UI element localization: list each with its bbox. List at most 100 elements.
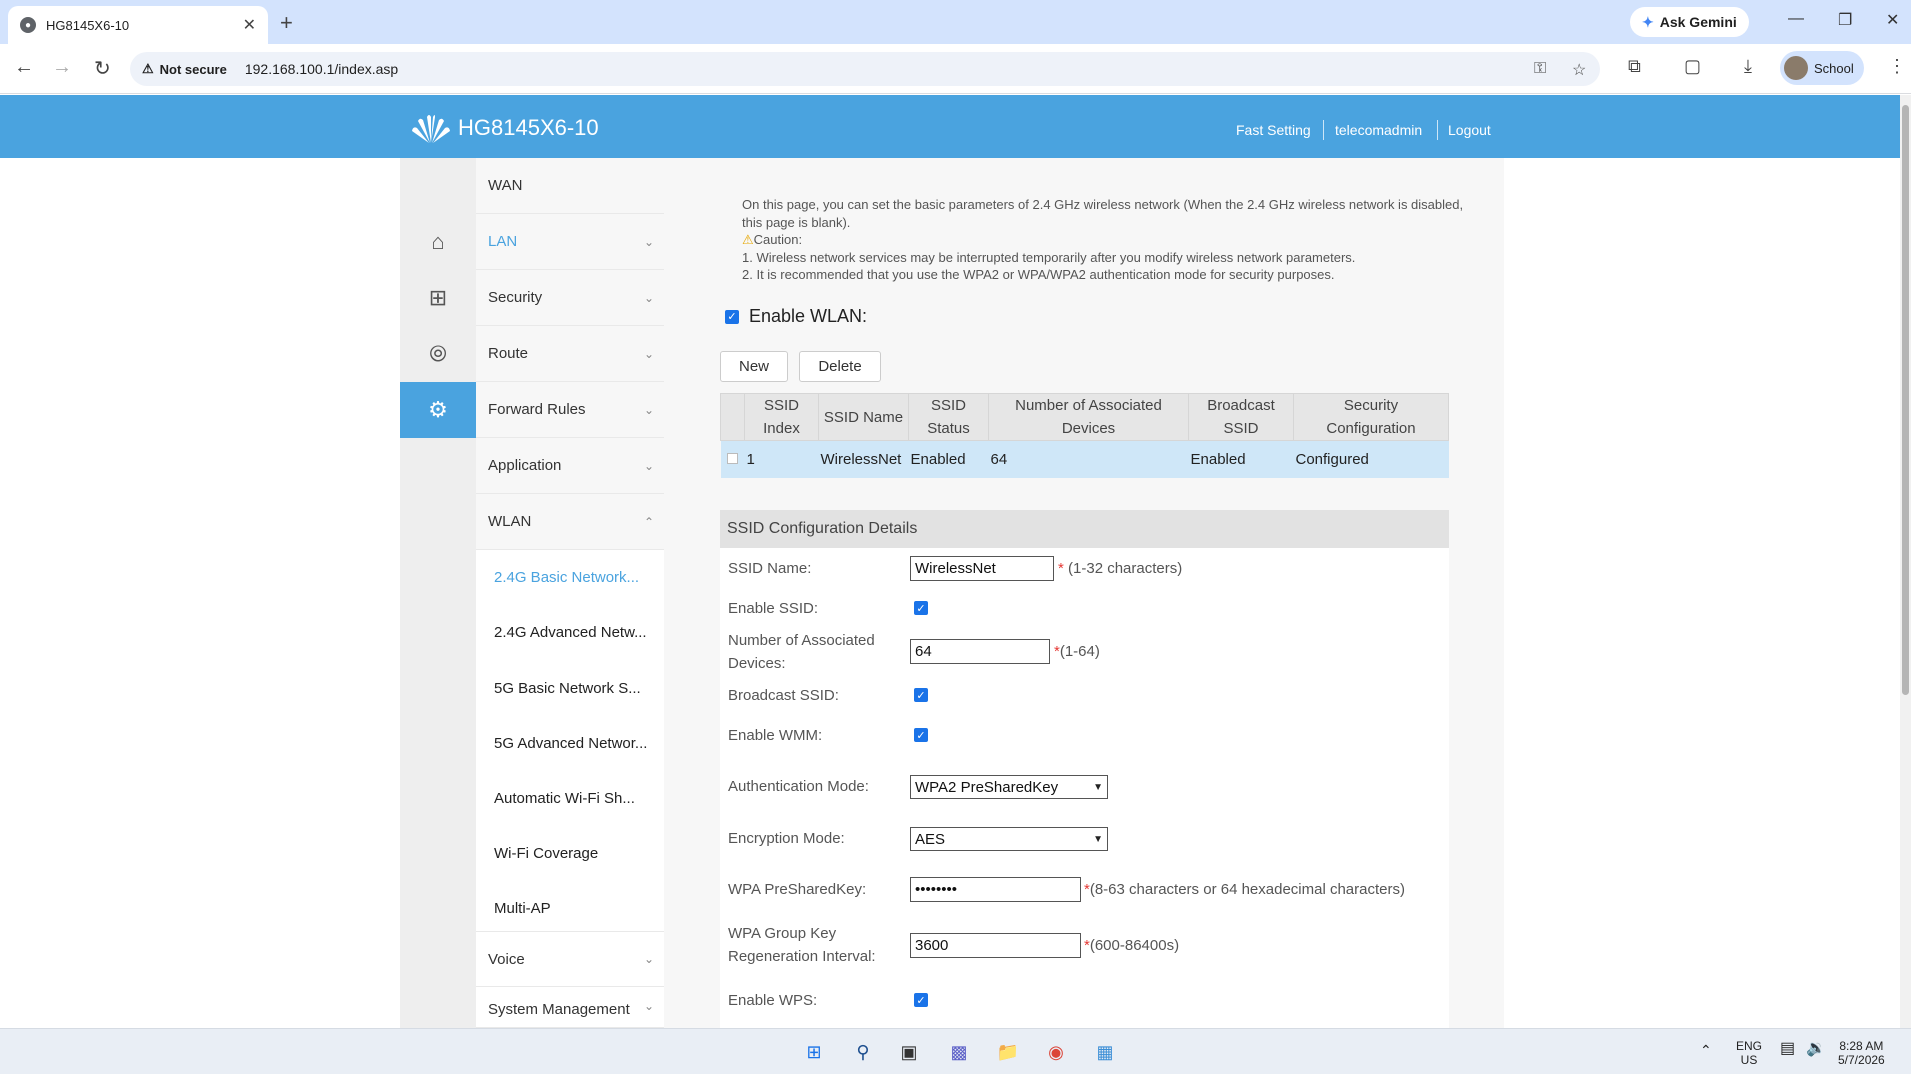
back-icon[interactable]: ← (14, 56, 34, 79)
enable-wmm-checkbox[interactable]: ✓ (914, 728, 928, 742)
network-icon[interactable]: ▤ (1780, 1041, 1795, 1057)
globe-icon: ● (20, 17, 36, 33)
home-icon[interactable]: ⌂ (400, 214, 476, 270)
extensions-icon[interactable]: ⧉ (1628, 56, 1641, 77)
cast-icon[interactable]: ▢ (1684, 56, 1701, 77)
broadcast-cell: Enabled (1188, 440, 1294, 478)
router-header: HG8145X6-10 Fast Setting telecomadmin Lo… (0, 95, 1900, 158)
tray-overflow-icon[interactable]: ⌃ (1700, 1043, 1712, 1057)
menu-item-application[interactable]: Application ⌄ (476, 438, 664, 494)
not-secure-indicator[interactable]: ⚠ Not secure (142, 61, 227, 77)
menu-item-security[interactable]: Security ⌄ (476, 270, 664, 326)
row-checkbox[interactable] (726, 452, 738, 464)
broadcast-ssid-checkbox[interactable]: ✓ (914, 688, 928, 702)
menu-item-label: Application (488, 457, 562, 474)
browser-tab-strip: ● HG8145X6-10 ✕ + ✦ Ask Gemini — ❐ ✕ (0, 0, 1911, 44)
new-tab-button[interactable]: + (280, 10, 293, 36)
search-icon[interactable]: ⚲ (850, 1039, 876, 1065)
submenu-wifi-coverage[interactable]: Wi-Fi Coverage (494, 845, 598, 862)
submenu-5g-basic[interactable]: 5G Basic Network S... (494, 680, 641, 697)
regen-interval-label: WPA Group Key Regeneration Interval: (728, 925, 876, 965)
bookmark-star-icon[interactable]: ☆ (1572, 60, 1586, 80)
ssid-name-input[interactable]: WirelessNet (910, 556, 1054, 581)
browser-menu-icon[interactable]: ⋮ (1888, 56, 1906, 77)
enable-wps-label: Enable WPS: (728, 992, 818, 1009)
profile-label: School (1814, 60, 1854, 76)
submenu-24g-basic[interactable]: 2.4G Basic Network... (494, 569, 639, 586)
menu-item-route[interactable]: Route ⌄ (476, 326, 664, 382)
warning-icon: ⚠ (142, 61, 154, 76)
language-indicator[interactable]: ENG US (1736, 1039, 1762, 1067)
password-key-icon[interactable]: ⚿ (1534, 60, 1546, 78)
menu-item-wan[interactable]: WAN (476, 158, 664, 214)
chevron-down-icon: ⌄ (643, 458, 654, 473)
diagnose-icon[interactable]: ⦾ (400, 326, 476, 382)
caution-line: ⚠Caution: (742, 231, 1482, 249)
settings-gear-icon[interactable]: ⚙ (400, 382, 488, 438)
ask-gemini-button[interactable]: ✦ Ask Gemini (1630, 7, 1749, 37)
restore-icon[interactable]: ❐ (1838, 10, 1852, 30)
enable-wlan-checkbox[interactable]: ✓ (725, 309, 739, 324)
minimize-icon[interactable]: — (1788, 10, 1804, 28)
windows-start-icon[interactable]: ⊞ (801, 1039, 827, 1065)
reload-icon[interactable]: ↻ (94, 56, 111, 81)
assoc-devices-input[interactable]: 64 (910, 639, 1050, 664)
delete-button[interactable]: Delete (799, 351, 881, 382)
remote-desktop-icon[interactable]: ▦ (1092, 1039, 1118, 1065)
caution-note-1: 1. Wireless network services may be inte… (742, 249, 1356, 265)
encryption-mode-select[interactable]: AES ▼ (910, 827, 1108, 851)
close-window-icon[interactable]: ✕ (1886, 10, 1899, 30)
caution-note-2: 2. It is recommended that you use the WP… (742, 267, 1335, 282)
profile-button[interactable]: School (1780, 51, 1864, 85)
new-button[interactable]: New (720, 351, 788, 382)
table-row[interactable]: 1 WirelessNet Enabled 64 Enabled Configu… (720, 440, 1449, 478)
enable-ssid-checkbox[interactable]: ✓ (914, 601, 928, 615)
category-icon-column: ⌂ ⊞ ⦾ ⚙ (400, 158, 488, 1028)
enable-wlan-row: ✓ Enable WLAN: (725, 306, 867, 327)
page-scrollbar[interactable] (1900, 95, 1911, 1028)
menu-item-forward-rules[interactable]: Forward Rules ⌄ (476, 382, 664, 438)
teams-icon[interactable]: ▩ (946, 1039, 972, 1065)
auth-mode-label: Authentication Mode: (728, 778, 869, 795)
column-header: Broadcast SSID (1188, 393, 1294, 441)
chrome-icon[interactable]: ◉ (1043, 1039, 1069, 1065)
download-icon[interactable]: ⤓ (1744, 56, 1752, 77)
broadcast-ssid-label: Broadcast SSID: (728, 687, 839, 704)
ssid-name-cell: WirelessNet (818, 440, 909, 478)
menu-item-system-management[interactable]: System Management ⌄ (476, 987, 664, 1028)
encryption-mode-label: Encryption Mode: (728, 830, 845, 847)
menu-item-lan[interactable]: LAN ⌄ (476, 214, 664, 270)
user-link[interactable]: telecomadmin (1335, 122, 1422, 138)
enable-wps-checkbox[interactable]: ✓ (914, 993, 928, 1007)
browser-tab[interactable]: ● HG8145X6-10 ✕ (8, 6, 268, 44)
file-explorer-icon[interactable]: 📁 (995, 1039, 1021, 1065)
ssid-name-hint: * (1-32 characters) (1058, 560, 1183, 577)
submenu-24g-advanced[interactable]: 2.4G Advanced Netw... (494, 624, 647, 641)
auth-mode-select[interactable]: WPA2 PreSharedKey ▼ (910, 775, 1108, 799)
menu-item-voice[interactable]: Voice ⌄ (476, 931, 664, 987)
logout-link[interactable]: Logout (1448, 122, 1491, 138)
submenu-auto-wifi-share[interactable]: Automatic Wi-Fi Sh... (494, 790, 635, 807)
regen-interval-input[interactable]: 3600 (910, 933, 1081, 958)
psk-input[interactable]: •••••••• (910, 877, 1081, 902)
submenu-5g-advanced[interactable]: 5G Advanced Networ... (494, 735, 647, 752)
submenu-multi-ap[interactable]: Multi-AP (494, 900, 551, 917)
fast-setting-link[interactable]: Fast Setting (1236, 122, 1311, 138)
security-cell: Configured (1293, 440, 1449, 478)
task-view-icon[interactable]: ▣ (896, 1039, 922, 1065)
omnibox[interactable]: ⚠ Not secure 192.168.100.1/index.asp ⚿ ☆ (130, 52, 1600, 86)
add-box-icon[interactable]: ⊞ (400, 270, 476, 326)
forward-icon[interactable]: → (52, 56, 72, 79)
menu-item-wlan[interactable]: WLAN ⌃ (476, 494, 664, 550)
menu-item-label: WAN (488, 177, 523, 194)
header-divider (1323, 120, 1324, 140)
volume-icon[interactable]: 🔉 (1806, 1041, 1826, 1057)
gemini-icon: ✦ (1642, 13, 1654, 30)
dropdown-arrow-icon: ▼ (1093, 833, 1103, 845)
select-column-header (720, 393, 745, 441)
enable-ssid-label: Enable SSID: (728, 600, 819, 617)
clock[interactable]: 8:28 AM 5/7/2026 (1838, 1039, 1885, 1067)
close-tab-icon[interactable]: ✕ (243, 15, 256, 35)
url-text[interactable]: 192.168.100.1/index.asp (245, 61, 398, 77)
scrollbar-thumb[interactable] (1902, 105, 1909, 695)
